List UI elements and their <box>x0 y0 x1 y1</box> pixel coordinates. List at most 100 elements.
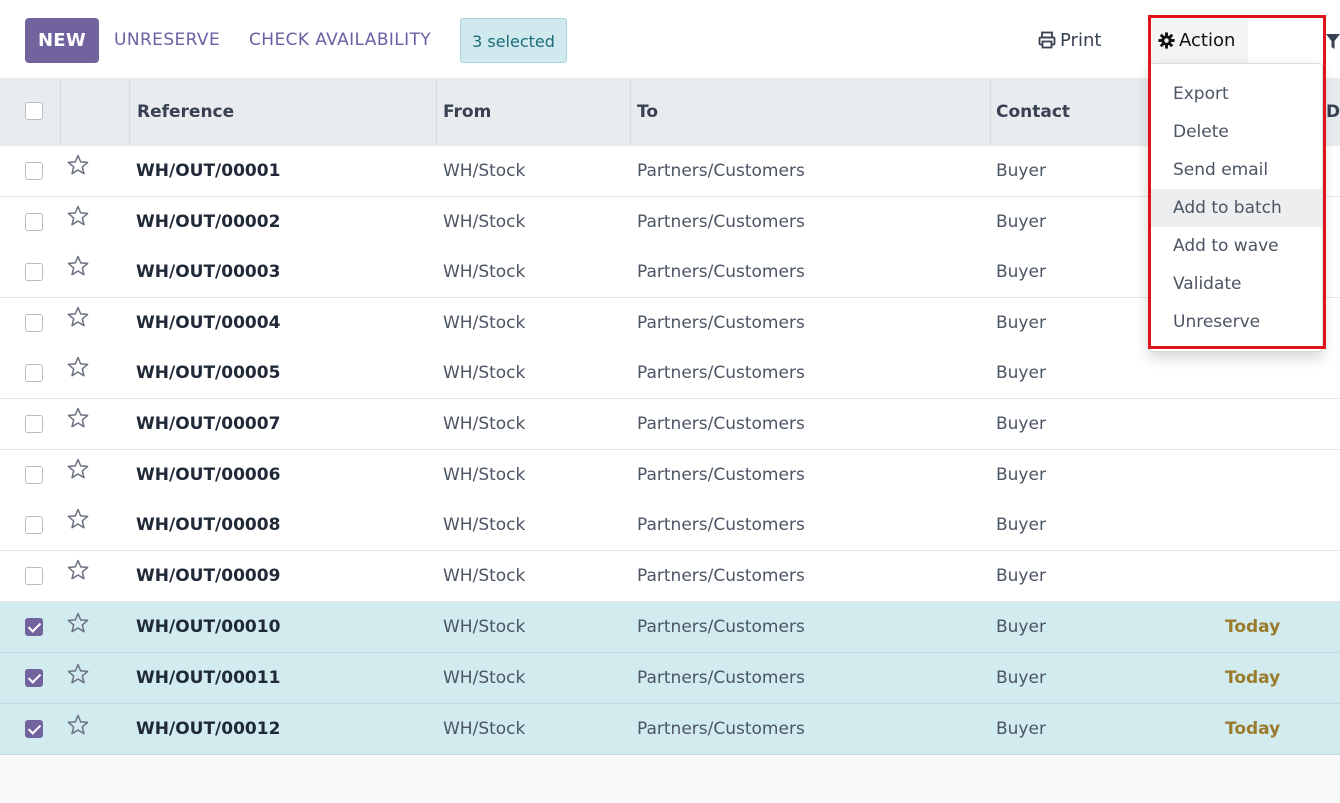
table-row[interactable]: WH/OUT/00004 WH/Stock Partners/Customers Bu… <box>0 298 1340 349</box>
header-divider <box>436 78 437 146</box>
to-cell: Partners/Customers <box>637 212 805 232</box>
to-cell: Partners/Customers <box>637 161 805 181</box>
star-icon <box>67 458 89 479</box>
menu-item-unreserve[interactable]: Unreserve <box>1149 303 1322 341</box>
table-row[interactable]: WH/OUT/00006 WH/Stock Partners/Customers Bu… <box>0 450 1340 501</box>
row-checkbox[interactable] <box>25 162 43 180</box>
favorite-toggle[interactable] <box>66 457 90 485</box>
reference-cell: WH/OUT/00012 <box>136 719 281 739</box>
from-cell: WH/Stock <box>443 212 526 232</box>
print-icon <box>1038 31 1056 49</box>
favorite-toggle[interactable] <box>66 662 90 690</box>
row-checkbox[interactable] <box>25 314 43 332</box>
star-icon <box>67 255 89 276</box>
print-button[interactable]: Print <box>1038 18 1101 63</box>
action-dropdown-menu: Export Delete Send email Add to batch Add to… <box>1148 63 1323 352</box>
table-row[interactable]: WH/OUT/00009 WH/Stock Partners/Customers Bu… <box>0 551 1340 602</box>
to-cell: Partners/Customers <box>637 363 805 383</box>
reference-cell: WH/OUT/00003 <box>136 262 281 282</box>
row-checkbox[interactable] <box>25 567 43 585</box>
table-row[interactable]: WH/OUT/00011 WH/Stock Partners/Customers Bu… <box>0 653 1340 704</box>
to-cell: Partners/Customers <box>637 617 805 637</box>
menu-item-add-to-batch[interactable]: Add to batch <box>1149 189 1322 227</box>
contact-cell: Buyer <box>996 719 1046 739</box>
row-checkbox[interactable] <box>25 213 43 231</box>
table-row[interactable]: WH/OUT/00001 WH/Stock Partners/Customers Bu… <box>0 146 1340 197</box>
reference-cell: WH/OUT/00001 <box>136 161 281 181</box>
favorite-toggle[interactable] <box>66 611 90 639</box>
row-checkbox[interactable] <box>25 415 43 433</box>
column-header-to[interactable]: To <box>637 78 658 146</box>
menu-item-export[interactable]: Export <box>1149 75 1322 113</box>
star-icon <box>67 356 89 377</box>
action-button[interactable]: Action <box>1150 18 1248 63</box>
table-row[interactable]: WH/OUT/00005 WH/Stock Partners/Customers Bu… <box>0 348 1340 399</box>
column-header-contact[interactable]: Contact <box>996 78 1070 146</box>
to-cell: Partners/Customers <box>637 566 805 586</box>
menu-item-add-to-wave[interactable]: Add to wave <box>1149 227 1322 265</box>
favorite-toggle[interactable] <box>66 507 90 535</box>
contact-cell: Buyer <box>996 212 1046 232</box>
row-checkbox[interactable] <box>25 669 43 687</box>
contact-cell: Buyer <box>996 566 1046 586</box>
reference-cell: WH/OUT/00002 <box>136 212 281 232</box>
star-icon <box>67 559 89 580</box>
check-availability-button[interactable]: CHECK AVAILABILITY <box>249 18 431 63</box>
control-panel: NEW UNRESERVE CHECK AVAILABILITY 3 selec… <box>0 0 1340 78</box>
row-checkbox[interactable] <box>25 466 43 484</box>
row-checkbox[interactable] <box>25 720 43 738</box>
row-checkbox[interactable] <box>25 618 43 636</box>
unreserve-button[interactable]: UNRESERVE <box>114 18 220 63</box>
favorite-toggle[interactable] <box>66 558 90 586</box>
from-cell: WH/Stock <box>443 262 526 282</box>
action-label: Action <box>1179 30 1236 51</box>
from-cell: WH/Stock <box>443 161 526 181</box>
to-cell: Partners/Customers <box>637 465 805 485</box>
menu-item-validate[interactable]: Validate <box>1149 265 1322 303</box>
star-icon <box>67 714 89 735</box>
row-checkbox[interactable] <box>25 364 43 382</box>
contact-cell: Buyer <box>996 617 1046 637</box>
selection-count-badge[interactable]: 3 selected <box>460 18 567 63</box>
list-footer-area <box>0 756 1340 803</box>
column-header-date[interactable]: Da <box>1326 78 1340 146</box>
table-row[interactable]: WH/OUT/00003 WH/Stock Partners/Customers Bu… <box>0 247 1340 298</box>
reference-cell: WH/OUT/00005 <box>136 363 281 383</box>
favorite-toggle[interactable] <box>66 254 90 282</box>
table-row[interactable]: WH/OUT/00008 WH/Stock Partners/Customers Bu… <box>0 500 1340 551</box>
select-all-checkbox[interactable] <box>25 102 43 120</box>
reference-cell: WH/OUT/00011 <box>136 668 281 688</box>
favorite-toggle[interactable] <box>66 713 90 741</box>
filter-icon[interactable] <box>1326 34 1340 50</box>
star-icon <box>67 306 89 327</box>
from-cell: WH/Stock <box>443 465 526 485</box>
favorite-toggle[interactable] <box>66 204 90 232</box>
to-cell: Partners/Customers <box>637 515 805 535</box>
favorite-toggle[interactable] <box>66 305 90 333</box>
favorite-toggle[interactable] <box>66 355 90 383</box>
table-row[interactable]: WH/OUT/00002 WH/Stock Partners/Customers Bu… <box>0 197 1340 248</box>
favorite-toggle[interactable] <box>66 153 90 181</box>
star-icon <box>67 612 89 633</box>
favorite-toggle[interactable] <box>66 406 90 434</box>
header-divider <box>129 78 130 146</box>
column-header-from[interactable]: From <box>443 78 491 146</box>
reference-cell: WH/OUT/00008 <box>136 515 281 535</box>
from-cell: WH/Stock <box>443 363 526 383</box>
contact-cell: Buyer <box>996 161 1046 181</box>
row-checkbox[interactable] <box>25 263 43 281</box>
print-label: Print <box>1060 30 1102 51</box>
to-cell: Partners/Customers <box>637 668 805 688</box>
table-row[interactable]: WH/OUT/00012 WH/Stock Partners/Customers Bu… <box>0 704 1340 755</box>
contact-cell: Buyer <box>996 363 1046 383</box>
menu-item-delete[interactable]: Delete <box>1149 113 1322 151</box>
column-header-reference[interactable]: Reference <box>137 78 234 146</box>
new-button[interactable]: NEW <box>25 18 99 63</box>
table-row[interactable]: WH/OUT/00010 WH/Stock Partners/Customers Bu… <box>0 602 1340 653</box>
table-row[interactable]: WH/OUT/00007 WH/Stock Partners/Customers Bu… <box>0 399 1340 450</box>
from-cell: WH/Stock <box>443 313 526 333</box>
row-checkbox[interactable] <box>25 516 43 534</box>
gear-icon <box>1158 32 1175 49</box>
menu-item-send-email[interactable]: Send email <box>1149 151 1322 189</box>
reference-cell: WH/OUT/00007 <box>136 414 281 434</box>
